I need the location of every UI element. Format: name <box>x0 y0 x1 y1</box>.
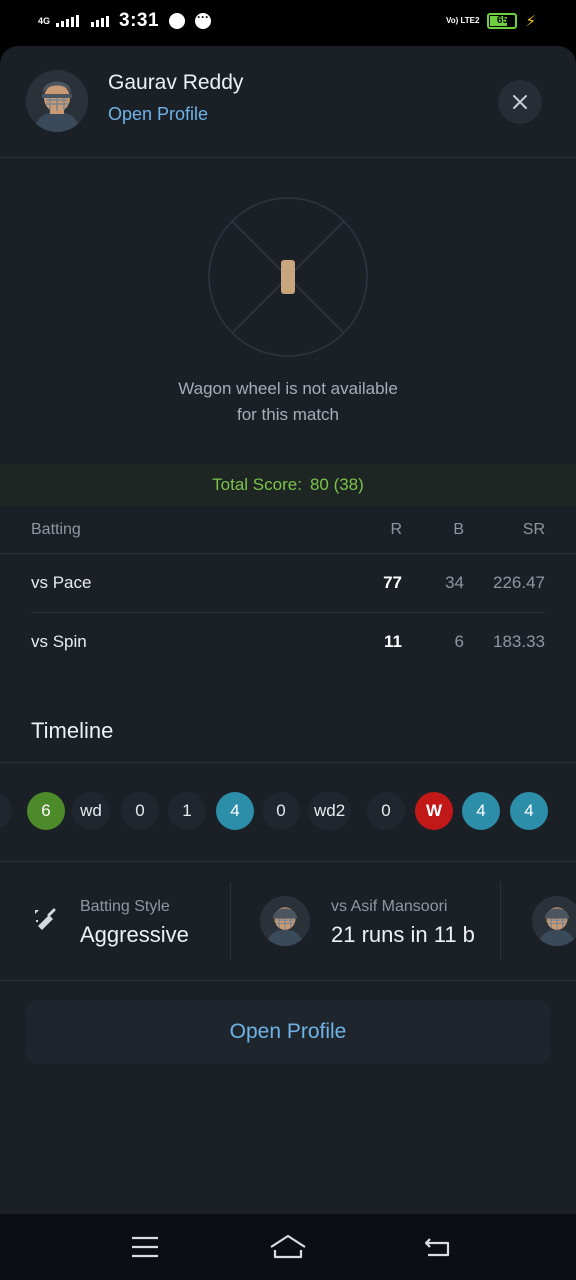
header-strike-rate: SR <box>522 520 545 538</box>
ball-chip: 0 <box>0 792 12 830</box>
close-icon <box>513 95 527 109</box>
bowler-avatar <box>260 896 310 946</box>
divider <box>0 762 576 763</box>
header-runs: R <box>390 520 402 538</box>
total-score-value: 80 (38) <box>309 475 364 494</box>
wagon-wheel-message: Wagon wheel is not available for this ma… <box>0 376 576 428</box>
matchup-label: vs Asif Mansoori <box>331 898 448 915</box>
open-profile-link[interactable]: Open Profile <box>108 104 208 125</box>
row-label: vs Spin <box>31 631 87 651</box>
pitch-icon <box>281 260 295 294</box>
ball-chip: 4 <box>462 792 500 830</box>
table-row: vs Pace 77 34 226.47 <box>31 554 545 612</box>
home-button[interactable] <box>268 1230 308 1264</box>
ball-chip: 6 <box>27 792 65 830</box>
header-balls: B <box>453 520 464 538</box>
back-button[interactable] <box>418 1230 458 1264</box>
message-icon <box>169 13 186 29</box>
divider <box>0 980 576 981</box>
ball-chip: wd2 <box>308 792 352 830</box>
total-score-bar: Total Score: 80 (38) <box>0 464 576 506</box>
chat-icon <box>195 10 212 29</box>
volte-indicator: Vo) LTE2 <box>445 16 480 25</box>
signal-icon-2 <box>91 15 109 27</box>
back-icon <box>424 1238 450 1257</box>
divider <box>230 882 231 960</box>
row-balls: 34 <box>445 573 464 592</box>
player-sheet: Gaurav Reddy Open Profile Wagon wheel is… <box>0 46 576 1214</box>
avatar[interactable] <box>26 70 88 132</box>
row-strike-rate: 226.47 <box>493 573 545 592</box>
row-balls: 6 <box>454 631 464 651</box>
batting-table: Batting R B SR vs Pace 77 34 226.47 vs S… <box>0 506 576 670</box>
ball-chip: W <box>415 792 453 830</box>
table-row: vs Spin 11 6 183.33 <box>31 612 545 670</box>
ball-chip: wd <box>72 792 110 830</box>
clock: 3:31 <box>119 10 160 31</box>
system-nav-bar <box>0 1214 576 1280</box>
home-icon <box>270 1234 306 1259</box>
batting-table-header: Batting R B SR <box>0 506 576 554</box>
bowler-avatar <box>532 896 576 946</box>
ball-chip: 0 <box>367 792 405 830</box>
wagon-wheel-message-line2: for this match <box>236 405 340 424</box>
charging-icon: ⚡ <box>525 13 536 30</box>
ball-chip: 0 <box>121 792 159 830</box>
row-runs: 77 <box>383 573 402 592</box>
row-strike-rate: 183.33 <box>493 631 545 651</box>
row-label: vs Pace <box>31 573 92 592</box>
divider <box>500 882 501 960</box>
ball-chip: 4 <box>510 792 548 830</box>
row-runs: 11 <box>384 631 402 651</box>
player-name: Gaurav Reddy <box>108 71 244 94</box>
ball-chip: 4 <box>216 792 254 830</box>
signal-icon <box>56 15 79 27</box>
open-profile-button[interactable]: Open Profile <box>26 1000 550 1064</box>
battery-icon: 65 <box>487 13 518 29</box>
network-type: 4G <box>38 16 51 26</box>
menu-button[interactable] <box>125 1230 165 1264</box>
ball-chip: 0 <box>262 792 300 830</box>
wagon-wheel-message-line1: Wagon wheel is not available <box>178 379 398 398</box>
menu-icon <box>132 1236 158 1258</box>
cricket-bat-icon <box>35 908 56 930</box>
batting-style-label: Batting Style <box>80 898 170 915</box>
timeline-title: Timeline <box>31 718 114 743</box>
stat-cards[interactable]: Batting Style Aggressive vs Asif Mansoor… <box>0 862 576 980</box>
battery-level: 65 <box>496 15 509 26</box>
sheet-header: Gaurav Reddy Open Profile <box>0 46 576 158</box>
timeline-balls[interactable]: 0 6 wd 0 1 4 0 wd2 0 W 4 4 <box>0 792 576 832</box>
batting-style-value: Aggressive <box>80 922 189 947</box>
status-bar: 4G 3:31 Vo) LTE2 65 ⚡ <box>0 0 576 46</box>
header-batting: Batting <box>31 520 81 538</box>
total-score-label: Total Score: <box>212 475 302 494</box>
ball-chip: 1 <box>168 792 206 830</box>
wagon-wheel-placeholder <box>208 197 368 357</box>
close-button[interactable] <box>498 80 542 124</box>
matchup-value: 21 runs in 11 b <box>331 922 475 947</box>
